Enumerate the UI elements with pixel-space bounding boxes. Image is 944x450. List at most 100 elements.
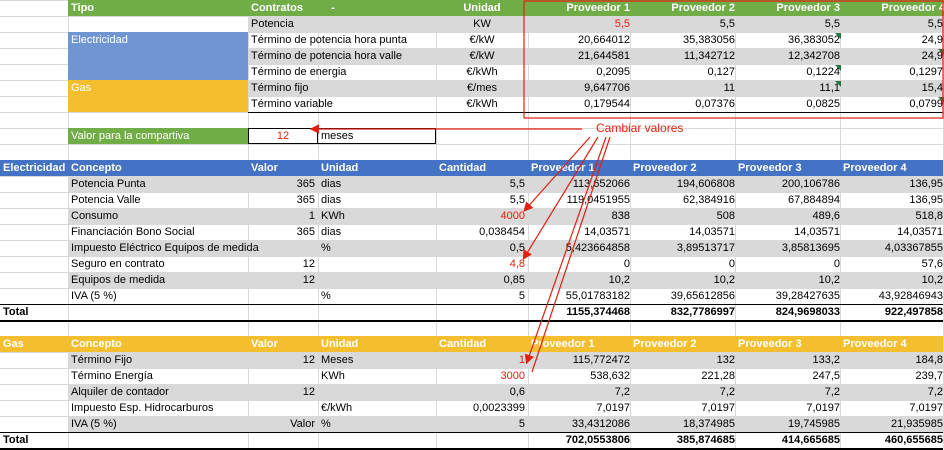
top-value-p2[interactable]: 0,07376	[633, 96, 738, 112]
elec-cantidad[interactable]: 4000	[436, 208, 528, 224]
top-value-p4[interactable]: 24,9	[843, 48, 944, 64]
top-value-p1[interactable]: 9,647706	[528, 80, 633, 96]
elec-unidad: %	[321, 290, 331, 302]
top-value-p4[interactable]: 15,4	[843, 80, 944, 96]
comment-marker-icon	[835, 65, 841, 71]
elec-concepto: Equipos de medida	[71, 274, 166, 286]
top-value-p3[interactable]: 0,0825	[738, 96, 843, 112]
comment-marker-icon	[835, 33, 841, 39]
top-value-p3[interactable]: 11,1	[738, 80, 843, 96]
elec-header-2: Valor	[251, 162, 278, 174]
gas-value-p1: 538,632	[590, 370, 630, 382]
elec-concepto: Potencia Valle	[71, 194, 141, 206]
elec-cantidad[interactable]: 5,5	[436, 176, 528, 192]
elec-valor[interactable]	[248, 240, 318, 256]
elec-cantidad[interactable]: 0,85	[436, 272, 528, 288]
gas-total-p2: 385,874685	[676, 434, 735, 446]
valor-unit: meses	[318, 128, 436, 144]
top-value-p1[interactable]: 20,664012	[528, 32, 633, 48]
elec-total-p2: 832,7786997	[670, 306, 735, 318]
gas-cantidad[interactable]: 1	[436, 352, 528, 368]
gas-valor[interactable]	[248, 400, 318, 416]
gas-total-p4: 460,655685	[884, 434, 943, 446]
top-value-p2[interactable]: 0,127	[633, 64, 738, 80]
elec-value-p3: 10,2	[818, 274, 840, 286]
top-value-p2[interactable]: 5,5	[633, 16, 738, 32]
top-value-p1[interactable]: 0,179544	[528, 96, 633, 112]
elec-valor[interactable]: 1	[248, 208, 318, 224]
gas-concepto: Impuesto Esp. Hidrocarburos	[71, 402, 214, 414]
top-unidad: €/mes	[467, 82, 497, 94]
elec-valor[interactable]: 12	[248, 272, 318, 288]
top-concepto: Término de potencia hora punta	[251, 34, 407, 46]
comment-marker-icon	[938, 49, 944, 55]
elec-value-p4: 4,03367855	[884, 242, 943, 254]
gas-value-p4: 184,8	[915, 354, 943, 366]
gas-value-p4: 21,935985	[891, 418, 943, 430]
gas-concepto: Término Energía	[71, 370, 153, 382]
top-value-p4[interactable]: 24,9	[843, 32, 944, 48]
top-concepto: Término de potencia hora valle	[251, 50, 403, 62]
top-value-p3[interactable]: 12,342708	[738, 48, 843, 64]
gas-cantidad[interactable]: 3000	[436, 368, 528, 384]
gas-value-p3: 19,745985	[788, 418, 840, 430]
gas-value-p2: 132	[716, 354, 735, 366]
gas-cantidad[interactable]: 5	[436, 416, 528, 432]
elec-valor[interactable]: 365	[248, 192, 318, 208]
elec-value-p3: 200,106786	[781, 178, 840, 190]
elec-valor[interactable]: 12	[248, 256, 318, 272]
elec-value-p2: 10,2	[713, 274, 735, 286]
elec-cantidad[interactable]: 5,5	[436, 192, 528, 208]
gas-unidad: KWh	[321, 370, 345, 382]
top-value-p4[interactable]: 0,0799	[843, 96, 944, 112]
gas-header-1: Concepto	[71, 338, 122, 350]
top-value-p3[interactable]: 0,1224	[738, 64, 843, 80]
gas-value-p4: 7,0197	[909, 402, 943, 414]
elec-value-p4: 43,92846943	[878, 290, 943, 302]
top-value-p2[interactable]: 11	[633, 80, 738, 96]
elec-cantidad[interactable]: 0,038454	[436, 224, 528, 240]
elec-value-p1: 10,2	[608, 274, 630, 286]
elec-unidad: %	[321, 242, 331, 254]
gas-value-p3: 7,0197	[806, 402, 840, 414]
elec-value-p1: 5,423664858	[565, 242, 630, 254]
top-value-p3[interactable]: 36,383052	[738, 32, 843, 48]
elec-value-p2: 508	[716, 210, 735, 222]
elec-valor[interactable]: 365	[248, 176, 318, 192]
elec-value-p1: 14,03571	[584, 226, 630, 238]
label-electricidad: Electricidad	[68, 32, 248, 80]
top-value-p3[interactable]: 5,5	[738, 16, 843, 32]
valor-input[interactable]: 12	[248, 128, 318, 144]
top-value-p1[interactable]: 21,644581	[528, 48, 633, 64]
gas-unidad: Meses	[321, 354, 354, 366]
gas-valor[interactable]	[248, 368, 318, 384]
elec-header-4: Cantidad	[439, 162, 487, 174]
gas-concepto: Alquiler de contador	[71, 386, 169, 398]
elec-unidad: dias	[321, 194, 342, 206]
elec-cantidad[interactable]: 0,5	[436, 240, 528, 256]
gas-valor[interactable]: Valor	[248, 416, 318, 432]
top-value-p2[interactable]: 35,383056	[633, 32, 738, 48]
elec-valor[interactable]	[248, 288, 318, 304]
top-value-p1[interactable]: 5,5	[528, 16, 633, 32]
elec-value-p3: 489,6	[812, 210, 840, 222]
top-value-p4[interactable]: 0,1297	[843, 64, 944, 80]
top-value-p2[interactable]: 11,342712	[633, 48, 738, 64]
elec-value-p1: 113,652066	[572, 178, 630, 190]
elec-valor[interactable]: 365	[248, 224, 318, 240]
elec-cantidad[interactable]: 5	[436, 288, 528, 304]
elec-header-1: Concepto	[71, 162, 122, 174]
gas-valor[interactable]: 12	[248, 384, 318, 400]
top-value-p4[interactable]: 5,5	[843, 16, 944, 32]
annotation-label: Cambiar valores	[596, 121, 684, 135]
gas-valor[interactable]: 12	[248, 352, 318, 368]
gas-cantidad[interactable]: 0,6	[436, 384, 528, 400]
elec-cantidad[interactable]: 4,8	[436, 256, 528, 272]
gas-value-p2: 7,0197	[701, 402, 735, 414]
gas-unidad: €/kWh	[321, 402, 353, 414]
top-value-p1[interactable]: 0,2095	[528, 64, 633, 80]
gas-cantidad[interactable]: 0,0023399	[436, 400, 528, 416]
gas-unidad: %	[321, 418, 331, 430]
elec-header-0: Electricidad	[3, 162, 66, 174]
gas-value-p3: 7,2	[824, 386, 840, 398]
